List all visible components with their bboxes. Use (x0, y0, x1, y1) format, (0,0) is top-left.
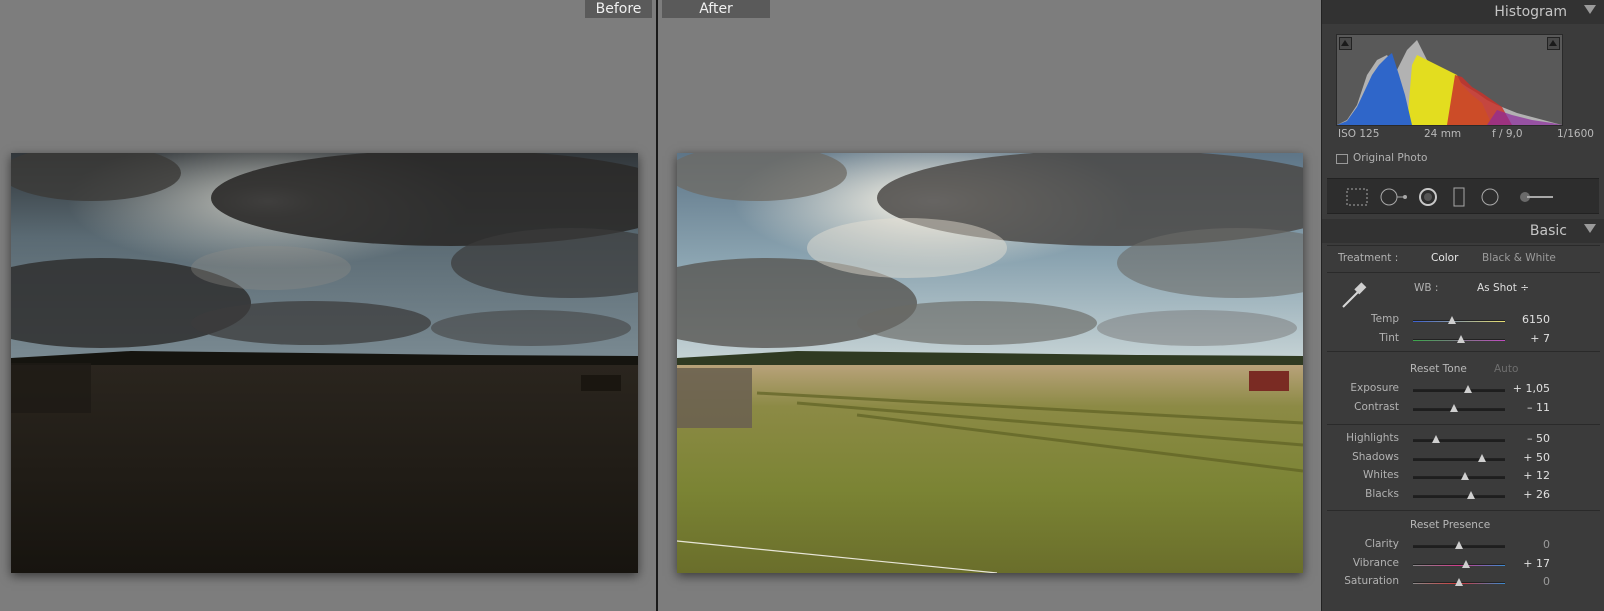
clarity-label: Clarity (1364, 538, 1399, 550)
shadows-slider-thumb[interactable] (1478, 454, 1486, 462)
spot-removal-icon[interactable] (1379, 187, 1409, 207)
vibrance-label: Vibrance (1352, 557, 1399, 569)
contrast-value[interactable]: – 11 (1490, 401, 1550, 414)
shadows-label: Shadows (1352, 451, 1399, 463)
exposure-value[interactable]: + 1,05 (1490, 382, 1550, 395)
reset-tone-button[interactable]: Reset Tone (1410, 363, 1467, 375)
clarity-value[interactable]: 0 (1490, 538, 1550, 551)
treatment-bw-option[interactable]: Black & White (1482, 252, 1556, 264)
temp-slider-thumb[interactable] (1447, 316, 1456, 324)
collapse-basic-icon[interactable] (1584, 224, 1596, 233)
before-photo[interactable] (11, 153, 638, 573)
develop-right-panel: Histogram ISO 125 24 mm f / 9,0 1/1600 O… (1321, 0, 1604, 611)
treatment-divider (1327, 272, 1600, 273)
shadow-clipping-toggle[interactable] (1339, 37, 1352, 50)
auto-tone-button[interactable]: Auto (1494, 363, 1518, 375)
presence-divider (1327, 510, 1600, 511)
saturation-value[interactable]: 0 (1490, 575, 1550, 588)
highlights-value[interactable]: – 50 (1490, 432, 1550, 445)
blacks-label: Blacks (1365, 488, 1399, 500)
aperture-readout: f / 9,0 (1492, 128, 1523, 140)
saturation-label: Saturation (1344, 575, 1399, 587)
original-photo-checkbox[interactable] (1336, 154, 1348, 164)
saturation-slider-thumb[interactable] (1455, 578, 1463, 586)
contrast-label: Contrast (1354, 401, 1399, 413)
adjustment-brush-icon[interactable] (1517, 187, 1557, 207)
wb-divider (1327, 351, 1600, 352)
treatment-color-option[interactable]: Color (1431, 252, 1458, 264)
tool-strip (1327, 178, 1599, 214)
crop-overlay-icon[interactable] (1345, 187, 1369, 207)
wb-dropdown[interactable]: As Shot ÷ (1477, 282, 1529, 294)
blacks-value[interactable]: + 26 (1490, 488, 1550, 501)
basic-title: Basic (1529, 223, 1567, 239)
exposure-label: Exposure (1350, 382, 1399, 394)
after-photo[interactable] (677, 153, 1303, 573)
graduated-filter-icon[interactable] (1451, 187, 1467, 207)
after-label: After (662, 0, 770, 18)
temp-label: Temp (1371, 313, 1399, 325)
vibrance-slider-thumb[interactable] (1462, 560, 1471, 568)
red-eye-icon[interactable] (1417, 187, 1439, 207)
clarity-slider-thumb[interactable] (1455, 541, 1463, 549)
tint-slider-thumb[interactable] (1456, 335, 1465, 343)
vibrance-value[interactable]: + 17 (1490, 557, 1550, 570)
radial-filter-icon[interactable] (1479, 187, 1501, 207)
highlights-slider-thumb[interactable] (1432, 435, 1440, 443)
wb-label: WB : (1414, 282, 1439, 294)
treatment-label: Treatment : (1338, 252, 1399, 264)
temp-value[interactable]: 6150 (1490, 313, 1550, 326)
histogram-title: Histogram (1494, 4, 1567, 20)
tint-label: Tint (1379, 332, 1399, 344)
focal-length-readout: 24 mm (1424, 128, 1462, 140)
histogram-header[interactable]: Histogram (1322, 0, 1604, 24)
histogram-graph (1337, 40, 1562, 125)
before-label: Before (585, 0, 652, 18)
shadows-value[interactable]: + 50 (1490, 451, 1550, 464)
histogram-chart[interactable] (1336, 34, 1563, 126)
tint-value[interactable]: + 7 (1490, 332, 1550, 345)
shutter-readout: 1/1600 (1557, 128, 1594, 140)
whites-value[interactable]: + 12 (1490, 469, 1550, 482)
collapse-histogram-icon[interactable] (1584, 5, 1596, 14)
reset-presence-button[interactable]: Reset Presence (1410, 519, 1490, 531)
tone-mid-divider (1327, 424, 1600, 425)
wb-eyedropper-icon[interactable] (1339, 279, 1371, 311)
highlight-clipping-toggle[interactable] (1547, 37, 1560, 50)
whites-label: Whites (1362, 469, 1399, 481)
highlights-label: Highlights (1346, 432, 1399, 444)
blacks-slider-thumb[interactable] (1466, 491, 1475, 499)
contrast-slider-thumb[interactable] (1450, 404, 1459, 412)
exposure-slider-thumb[interactable] (1464, 385, 1473, 393)
basic-header[interactable]: Basic (1322, 219, 1604, 243)
whites-slider-thumb[interactable] (1460, 472, 1469, 480)
iso-readout: ISO 125 (1338, 128, 1380, 140)
basic-top-divider (1327, 245, 1600, 246)
compare-divider[interactable] (656, 0, 658, 611)
original-photo-label: Original Photo (1353, 152, 1428, 164)
